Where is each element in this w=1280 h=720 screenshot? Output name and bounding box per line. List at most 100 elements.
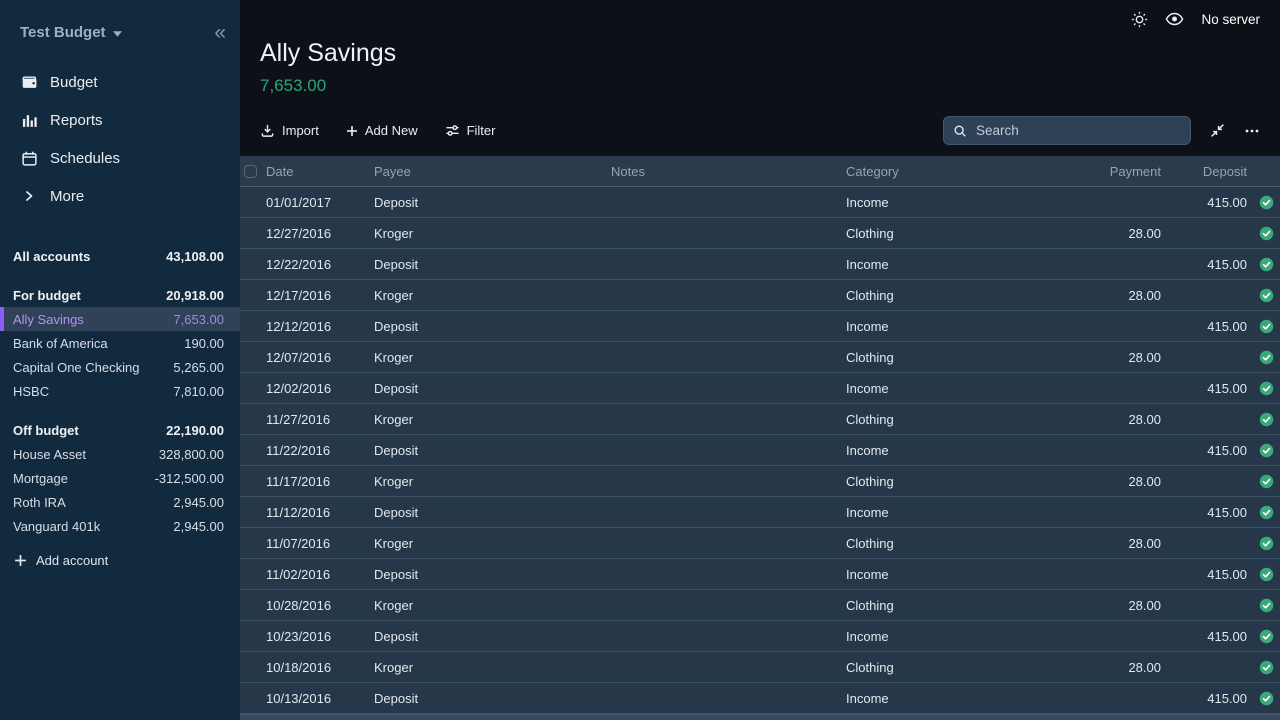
cleared-toggle[interactable]	[1253, 319, 1280, 334]
cleared-toggle[interactable]	[1253, 350, 1280, 365]
account-row-roth-ira[interactable]: Roth IRA2,945.00	[0, 490, 240, 514]
privacy-toggle-button[interactable]	[1165, 11, 1184, 27]
cell-deposit[interactable]: 415.00	[1169, 319, 1253, 334]
account-row-mortgage[interactable]: Mortgage-312,500.00	[0, 466, 240, 490]
cell-payee[interactable]: Deposit	[374, 691, 611, 706]
cell-payment[interactable]: 28.00	[1091, 412, 1169, 427]
search-input[interactable]	[974, 122, 1181, 139]
cell-date[interactable]: 12/12/2016	[266, 319, 374, 334]
cell-category[interactable]: Income	[846, 691, 1091, 706]
cell-date[interactable]: 10/28/2016	[266, 598, 374, 613]
cleared-toggle[interactable]	[1253, 567, 1280, 582]
cleared-toggle[interactable]	[1253, 691, 1280, 706]
transaction-row[interactable]: 10/23/2016Deposit Income 415.00	[240, 621, 1280, 652]
transaction-row[interactable]: 11/12/2016DepositIncome415.00	[240, 497, 1280, 528]
cleared-toggle[interactable]	[1253, 536, 1280, 551]
cleared-toggle[interactable]	[1253, 629, 1280, 644]
sidebar-item-budget[interactable]: Budget	[0, 63, 240, 101]
account-group-off-budget[interactable]: Off budget22,190.00	[0, 418, 240, 442]
transaction-row[interactable]: 12/17/2016KrogerClothing28.00	[240, 280, 1280, 311]
sidebar-item-schedules[interactable]: Schedules	[0, 139, 240, 177]
transaction-row[interactable]: 12/12/2016DepositIncome415.00	[240, 311, 1280, 342]
cell-payment[interactable]: 28.00	[1091, 536, 1169, 551]
cell-date[interactable]: 10/13/2016	[266, 691, 374, 706]
cell-payee[interactable]: Kroger	[374, 350, 611, 365]
cleared-toggle[interactable]	[1253, 381, 1280, 396]
cell-payee[interactable]: Kroger	[374, 660, 611, 675]
cleared-toggle[interactable]	[1253, 443, 1280, 458]
cell-category[interactable]: Clothing	[846, 412, 1091, 427]
transaction-row[interactable]: 11/27/2016KrogerClothing28.00	[240, 404, 1280, 435]
cell-payment[interactable]: 28.00	[1091, 598, 1169, 613]
account-row-bank-of-america[interactable]: Bank of America190.00	[0, 331, 240, 355]
cell-payee[interactable]: Deposit	[374, 381, 611, 396]
cleared-toggle[interactable]	[1253, 505, 1280, 520]
cell-date[interactable]: 10/23/2016	[266, 629, 374, 644]
account-group-for-budget[interactable]: For budget20,918.00	[0, 283, 240, 307]
transaction-row[interactable]: 11/07/2016Kroger Clothing28.00	[240, 528, 1280, 559]
transaction-row-partial[interactable]	[240, 714, 1280, 720]
cell-payee[interactable]: Deposit	[374, 629, 611, 644]
cleared-toggle[interactable]	[1253, 195, 1280, 210]
add-new-button[interactable]: Add New	[346, 123, 418, 138]
cell-category[interactable]: Income	[846, 443, 1091, 458]
collapse-rows-button[interactable]	[1209, 122, 1226, 139]
filter-button[interactable]: Filter	[445, 123, 496, 138]
cell-payee[interactable]: Kroger	[374, 412, 611, 427]
cell-date[interactable]: 12/07/2016	[266, 350, 374, 365]
transaction-row[interactable]: 10/13/2016Deposit Income 415.00	[240, 683, 1280, 714]
cell-date[interactable]: 11/22/2016	[266, 443, 374, 458]
cleared-toggle[interactable]	[1253, 474, 1280, 489]
account-row-ally-savings[interactable]: Ally Savings7,653.00	[0, 307, 240, 331]
cell-category[interactable]: Income	[846, 629, 1091, 644]
cell-category[interactable]: Clothing	[846, 350, 1091, 365]
cell-payee[interactable]: Deposit	[374, 505, 611, 520]
cell-payee[interactable]: Kroger	[374, 536, 611, 551]
cell-category[interactable]: Income	[846, 195, 1091, 210]
transaction-row[interactable]: 10/18/2016KrogerClothing28.00	[240, 652, 1280, 683]
cell-date[interactable]: 11/17/2016	[266, 474, 374, 489]
transaction-row[interactable]: 11/17/2016KrogerClothing28.00	[240, 466, 1280, 497]
transaction-row[interactable]: 12/27/2016KrogerClothing28.00	[240, 218, 1280, 249]
sidebar-item-more[interactable]: More	[0, 177, 240, 215]
cell-payee[interactable]: Deposit	[374, 567, 611, 582]
more-options-button[interactable]	[1244, 123, 1260, 139]
cell-category[interactable]: Clothing	[846, 660, 1091, 675]
cell-payee[interactable]: Deposit	[374, 443, 611, 458]
account-group-all-accounts[interactable]: All accounts43,108.00	[0, 244, 240, 268]
add-account-button[interactable]: Add account	[0, 553, 240, 568]
account-row-vanguard-401k[interactable]: Vanguard 401k2,945.00	[0, 514, 240, 538]
cell-deposit[interactable]: 415.00	[1169, 381, 1253, 396]
transaction-row[interactable]: 01/01/2017Deposit Income 415.00	[240, 187, 1280, 218]
cell-category[interactable]: Clothing	[846, 536, 1091, 551]
cell-date[interactable]: 12/27/2016	[266, 226, 374, 241]
cell-deposit[interactable]: 415.00	[1169, 629, 1253, 644]
cell-category[interactable]: Clothing	[846, 474, 1091, 489]
cell-payment[interactable]: 28.00	[1091, 226, 1169, 241]
cell-category[interactable]: Income	[846, 319, 1091, 334]
cell-payee[interactable]: Kroger	[374, 226, 611, 241]
cell-deposit[interactable]: 415.00	[1169, 691, 1253, 706]
cell-date[interactable]: 12/17/2016	[266, 288, 374, 303]
cleared-toggle[interactable]	[1253, 226, 1280, 241]
cell-deposit[interactable]: 415.00	[1169, 195, 1253, 210]
cleared-toggle[interactable]	[1253, 288, 1280, 303]
cell-date[interactable]: 01/01/2017	[266, 195, 374, 210]
transaction-row[interactable]: 11/02/2016DepositIncome415.00	[240, 559, 1280, 590]
select-all-checkbox[interactable]	[244, 165, 257, 178]
transaction-row[interactable]: 12/02/2016DepositIncome415.00	[240, 373, 1280, 404]
account-row-house-asset[interactable]: House Asset328,800.00	[0, 442, 240, 466]
cell-deposit[interactable]: 415.00	[1169, 567, 1253, 582]
cell-category[interactable]: Clothing	[846, 598, 1091, 613]
collapse-sidebar-button[interactable]: «	[214, 26, 226, 40]
theme-toggle-button[interactable]	[1131, 11, 1148, 28]
cell-deposit[interactable]: 415.00	[1169, 505, 1253, 520]
cleared-toggle[interactable]	[1253, 660, 1280, 675]
transaction-row[interactable]: 12/22/2016DepositIncome415.00	[240, 249, 1280, 280]
cell-date[interactable]: 11/12/2016	[266, 505, 374, 520]
cell-date[interactable]: 11/07/2016	[266, 536, 374, 551]
transaction-row[interactable]: 10/28/2016Kroger Clothing28.00	[240, 590, 1280, 621]
cell-payee[interactable]: Kroger	[374, 598, 611, 613]
cell-payee[interactable]: Deposit	[374, 195, 611, 210]
budget-switcher-button[interactable]: Test Budget	[20, 24, 122, 41]
